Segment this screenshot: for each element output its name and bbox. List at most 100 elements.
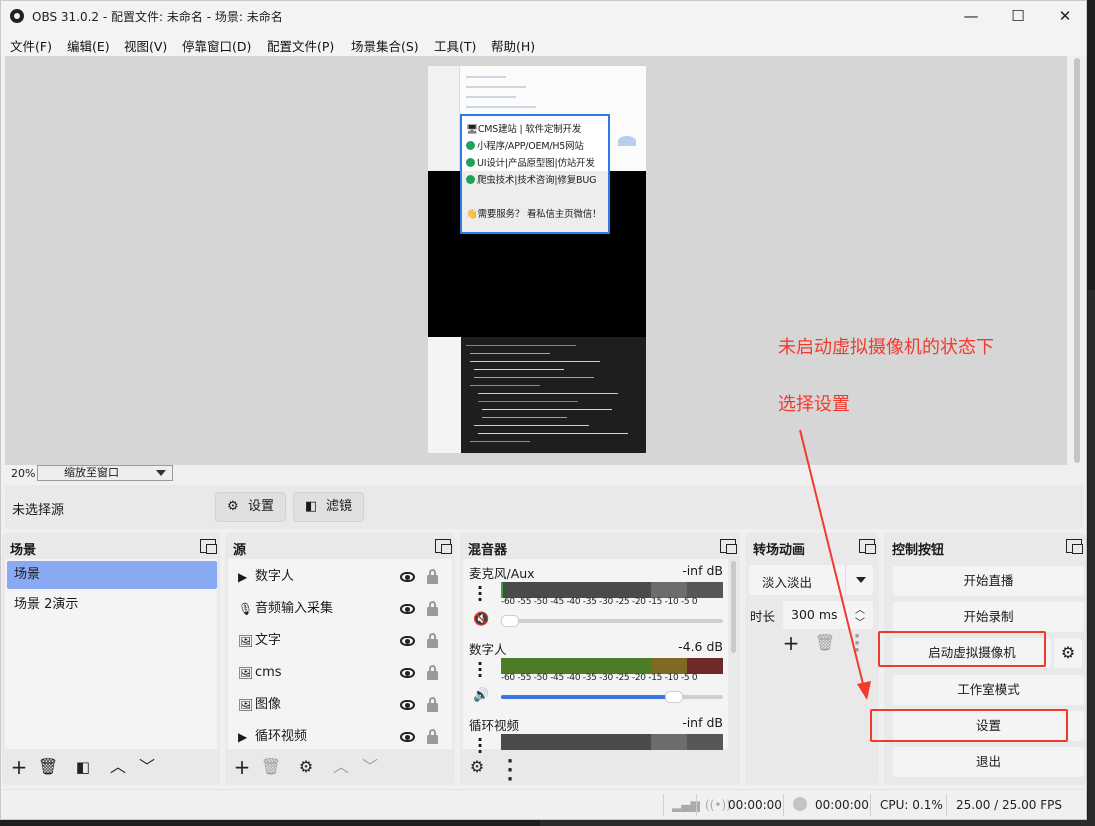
close-button[interactable]: ✕ — [1042, 1, 1086, 32]
menu-view[interactable]: 视图(V) — [124, 36, 167, 55]
check-icon — [466, 141, 475, 150]
virtual-camera-gear-icon[interactable]: ⚙ — [1054, 638, 1082, 668]
channel-meter — [501, 734, 723, 750]
lock-icon[interactable] — [427, 601, 438, 616]
muted-speaker-icon[interactable]: 🔇 — [473, 613, 489, 627]
channel-menu-icon[interactable]: · · · — [477, 732, 483, 760]
stream-time: 00:00:00 — [728, 798, 782, 812]
menu-file[interactable]: 文件(F) — [10, 36, 52, 55]
preview-scrollbar[interactable] — [1069, 56, 1085, 465]
source-item[interactable]: ▶ 数字人 — [228, 561, 452, 593]
menu-help[interactable]: 帮助(H) — [491, 36, 535, 55]
play-icon: ▶ — [238, 730, 248, 744]
microphone-icon: 🎙 — [238, 602, 254, 616]
meter-scale: -60 -55 -50 -45 -40 -35 -30 -25 -20 -15 … — [501, 597, 698, 607]
image-icon: 🖼 — [238, 698, 254, 712]
channel-menu-icon[interactable]: · · · — [477, 580, 483, 608]
eye-icon[interactable] — [400, 668, 415, 678]
window-title: OBS 31.0.2 - 配置文件: 未命名 - 场景: 未命名 — [32, 10, 283, 24]
duration-spinbox[interactable]: 300 ms ︿ ﹀ — [783, 601, 873, 629]
undock-icon[interactable] — [435, 539, 452, 554]
scene-filters-icon[interactable]: ◧ — [71, 755, 95, 781]
filter-icon: ◧ — [305, 499, 318, 514]
source-item[interactable]: 🖼 图像 — [228, 689, 452, 721]
popup-line-5: 👋需要服务？ 看私信主页微信！ — [466, 209, 602, 220]
menu-scene-collection[interactable]: 场景集合(S) — [351, 36, 419, 55]
status-bar: ▂▄▆ ((•)) 00:00:00 00:00:00 CPU: 0.1% 25… — [1, 789, 1086, 819]
transition-select[interactable]: 淡入淡出 — [749, 565, 873, 595]
menu-tools[interactable]: 工具(T) — [434, 36, 476, 55]
add-source-icon[interactable]: + — [230, 755, 254, 781]
eye-icon[interactable] — [400, 700, 415, 710]
speaker-icon[interactable]: 🔊 — [473, 689, 489, 703]
scene-item[interactable]: 场景 2演示 — [7, 591, 217, 619]
lock-icon[interactable] — [427, 569, 438, 584]
move-up-icon[interactable]: ︿ — [106, 755, 130, 781]
menu-edit[interactable]: 编辑(E) — [67, 36, 110, 55]
menu-profile[interactable]: 配置文件(P) — [267, 36, 334, 55]
source-item[interactable]: 🖼 文字 — [228, 625, 452, 657]
annotation-line-1: 未启动虚拟摄像机的状态下 — [778, 337, 994, 358]
mixer-menu-icon[interactable]: · · · — [498, 753, 522, 786]
scene-transitions-dock: 转场动画 淡入淡出 时长 300 ms ︿ ﹀ + 🗑 · · · — [745, 533, 879, 785]
channel-menu-icon[interactable]: · · · — [477, 656, 483, 684]
source-item[interactable]: 🖼 cms — [228, 657, 452, 689]
source-item[interactable]: ▶ 循环视频 — [228, 721, 452, 753]
maximize-button[interactable]: ☐ — [995, 1, 1041, 32]
eye-icon[interactable] — [400, 636, 415, 646]
menu-bar: 文件(F) 编辑(E) 视图(V) 停靠窗口(D) 配置文件(P) 场景集合(S… — [1, 32, 1086, 56]
eye-icon[interactable] — [400, 572, 415, 582]
zoom-mode-select[interactable]: 缩放至窗口 — [37, 465, 173, 481]
delete-transition-icon[interactable]: 🗑 — [813, 631, 837, 657]
lock-icon[interactable] — [427, 729, 438, 744]
source-properties-gear-icon[interactable]: ⚙ — [294, 755, 318, 781]
popup-line-4: 爬虫技术|技术咨询|修复BUG — [466, 172, 596, 186]
mixer-channel-loop-video: 循环视频 -inf dB · · · — [463, 713, 731, 760]
start-streaming-button[interactable]: 开始直播 — [893, 566, 1084, 596]
channel-db: -inf dB — [682, 563, 723, 578]
undock-icon[interactable] — [859, 539, 876, 554]
lock-icon[interactable] — [427, 633, 438, 648]
preview-area[interactable]: 🖥CMS建站 | 软件定制开发 小程序/APP/OEM/H5网站 UI设计|产品… — [5, 56, 1067, 465]
scrollbar-thumb[interactable] — [1074, 58, 1080, 463]
volume-slider[interactable] — [501, 615, 723, 627]
source-filters-button[interactable]: ◧ 滤镜 — [293, 492, 364, 522]
zoom-bar: 20% 缩放至窗口 — [5, 465, 1084, 482]
volume-knob[interactable] — [501, 615, 519, 627]
lock-icon[interactable] — [427, 697, 438, 712]
source-item[interactable]: 🎙 音频输入采集 — [228, 593, 452, 625]
mixer-scrollbar[interactable] — [731, 561, 736, 653]
play-icon: ▶ — [238, 570, 248, 584]
obs-logo-icon — [10, 9, 24, 23]
minimize-button[interactable]: — — [948, 1, 994, 32]
transitions-title: 转场动画 — [753, 543, 806, 558]
scene-item[interactable]: 场景 — [7, 561, 217, 589]
source-settings-button[interactable]: ⚙ 设置 — [215, 492, 286, 522]
eye-icon[interactable] — [400, 604, 415, 614]
move-down-icon[interactable]: ﹀ — [135, 755, 159, 781]
exit-button[interactable]: 退出 — [893, 747, 1084, 777]
move-down-icon[interactable]: ﹀ — [358, 755, 382, 781]
chevron-down-icon — [156, 470, 166, 476]
volume-slider[interactable] — [501, 691, 723, 703]
background-desktop-bottom — [540, 820, 1095, 826]
undock-icon[interactable] — [200, 539, 217, 554]
start-recording-button[interactable]: 开始录制 — [893, 602, 1084, 632]
add-scene-icon[interactable]: + — [7, 755, 31, 781]
lock-icon[interactable] — [427, 665, 438, 680]
menu-docks[interactable]: 停靠窗口(D) — [182, 36, 251, 55]
undock-icon[interactable] — [720, 539, 737, 554]
delete-scene-icon[interactable]: 🗑 — [36, 755, 60, 781]
move-up-icon[interactable]: ︿ — [329, 755, 353, 781]
gear-icon: ⚙ — [227, 499, 239, 514]
undock-icon[interactable] — [1066, 539, 1083, 554]
delete-source-icon[interactable]: 🗑 — [259, 755, 283, 781]
add-transition-icon[interactable]: + — [779, 631, 803, 657]
channel-meter — [501, 658, 723, 674]
annotation-line-2: 选择设置 — [778, 394, 850, 415]
volume-knob[interactable] — [665, 691, 684, 703]
studio-mode-button[interactable]: 工作室模式 — [893, 675, 1084, 705]
mixer-settings-gear-icon[interactable]: ⚙ — [465, 755, 489, 781]
eye-icon[interactable] — [400, 732, 415, 742]
transition-menu-icon[interactable]: · · · — [845, 628, 869, 660]
